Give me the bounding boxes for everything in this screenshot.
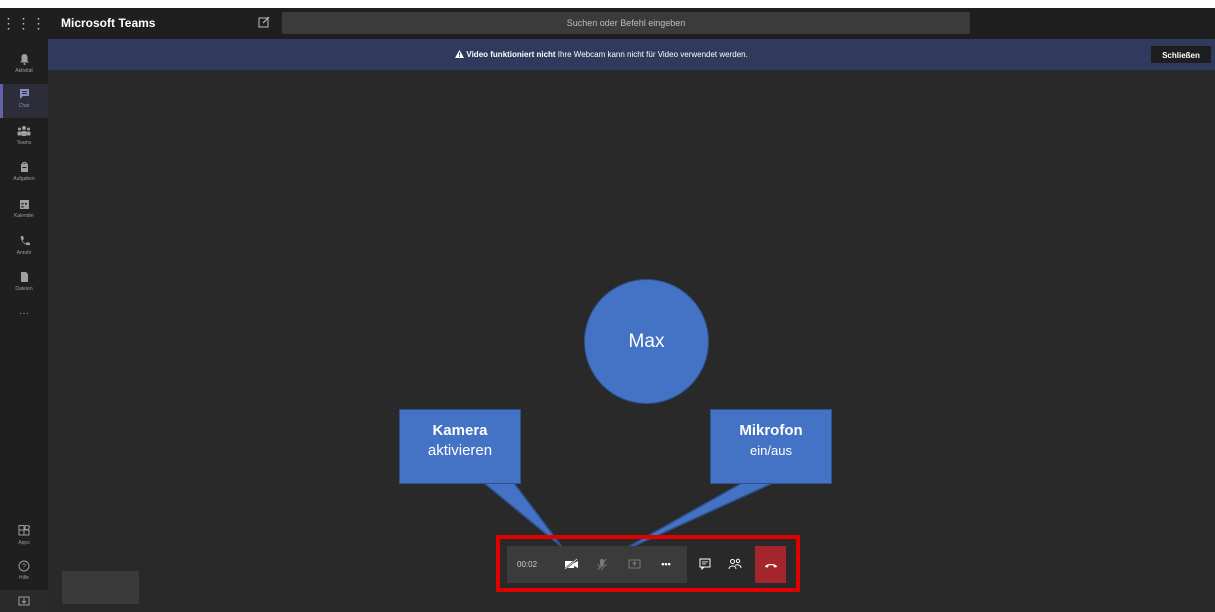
hang-up-button[interactable]	[755, 546, 786, 583]
control-group: 00:02 •••	[507, 546, 687, 583]
camera-callout-text: aktivieren	[427, 442, 493, 459]
microphone-button[interactable]	[589, 551, 615, 577]
call-timer: 00:02	[517, 560, 538, 569]
share-screen-button[interactable]	[621, 551, 647, 577]
camera-callout-title: Kamera	[432, 422, 488, 439]
self-preview-tile	[62, 571, 139, 604]
camera-callout: Kamera aktivieren	[399, 409, 521, 484]
chat-button[interactable]	[692, 551, 718, 577]
callout-pointers	[481, 482, 774, 557]
call-controls: 00:02 •••	[507, 546, 786, 583]
mic-callout-text: ein/aus	[750, 443, 792, 458]
participants-button[interactable]	[722, 551, 748, 577]
more-options-button[interactable]: •••	[653, 551, 679, 577]
hang-up-icon	[764, 556, 778, 574]
camera-off-button[interactable]	[558, 551, 584, 577]
teams-window: ⋮⋮⋮ Microsoft Teams Suchen oder Befehl e…	[0, 8, 1215, 612]
mic-callout-title: Mikrofon	[739, 422, 803, 439]
mic-callout: Mikrofon ein/aus	[710, 409, 832, 484]
